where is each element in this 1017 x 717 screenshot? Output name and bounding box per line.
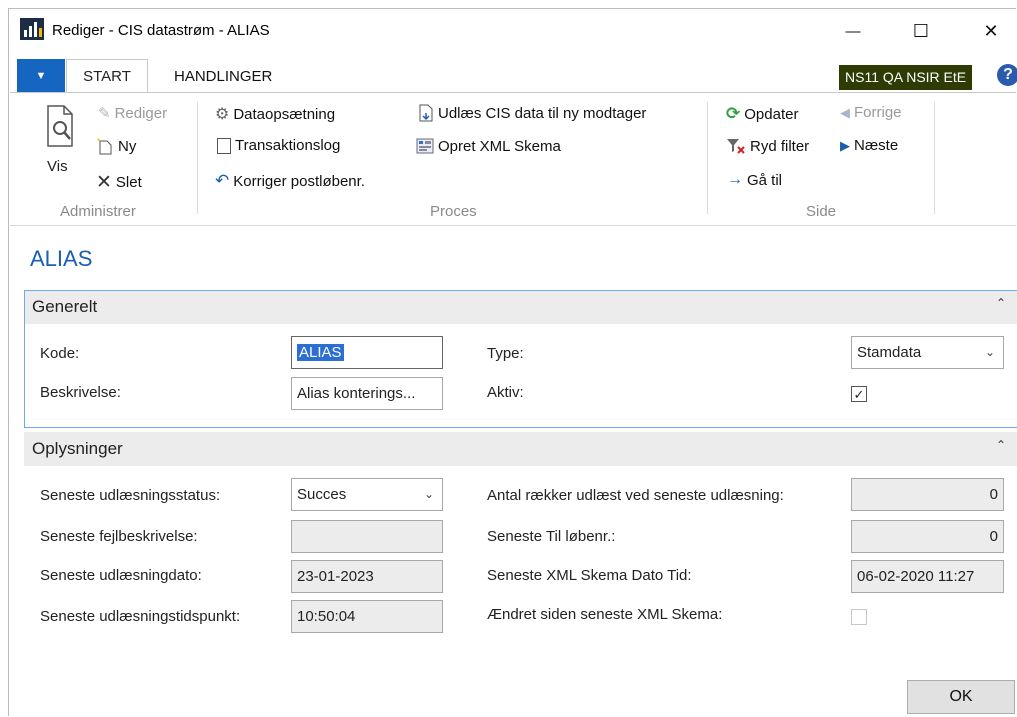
tab-handlinger[interactable]: HANDLINGER — [174, 68, 272, 85]
antal-field: 0 — [851, 478, 1004, 511]
pencil-icon: ✎ — [98, 105, 111, 122]
udlaes-button[interactable]: Udlæs CIS data til ny modtager — [418, 104, 646, 122]
clear-filter-icon — [727, 139, 745, 154]
slet-button[interactable]: ✕ Slet — [96, 171, 142, 194]
tid-label: Seneste udlæsningstidspunkt: — [40, 608, 241, 625]
dataopsaetning-button[interactable]: ⚙ Dataopsætning — [215, 104, 335, 124]
undo-arrow-icon: ↶ — [215, 171, 230, 190]
chevron-up-icon[interactable]: ⌃ — [996, 438, 1006, 452]
type-label: Type: — [487, 345, 524, 362]
transaktionslog-button[interactable]: Transaktionslog — [217, 137, 340, 154]
kode-value: ALIAS — [297, 344, 344, 361]
page-title: ALIAS — [30, 246, 93, 271]
type-select[interactable]: Stamdata ⌄ — [851, 336, 1004, 369]
aendret-label: Ændret siden seneste XML Skema: — [487, 606, 723, 623]
dato-field: 23-01-2023 — [291, 560, 443, 593]
refresh-icon: ⟳ — [726, 104, 741, 123]
application-menu-button[interactable]: ▼ — [17, 59, 65, 93]
status-label: Seneste udlæsningsstatus: — [40, 487, 221, 504]
opdater-button[interactable]: ⟳ Opdater — [726, 104, 798, 124]
korriger-button[interactable]: ↶ Korriger postløbenr. — [215, 171, 365, 191]
oplysninger-header[interactable]: Oplysninger ⌃ — [24, 432, 1017, 466]
vis-label: Vis — [47, 158, 68, 175]
dato-label: Seneste udlæsningdato: — [40, 567, 202, 584]
maximize-button[interactable]: ☐ — [898, 14, 944, 48]
tab-start[interactable]: START — [66, 59, 148, 93]
forrige-button[interactable]: ◀ Forrige — [840, 104, 902, 121]
ny-button[interactable]: Ny — [96, 137, 136, 155]
delete-icon: ✕ — [96, 172, 112, 193]
beskrivelse-label: Beskrivelse: — [40, 384, 121, 401]
arrow-right-icon: → — [727, 171, 743, 188]
close-button[interactable]: ✕ — [968, 14, 1014, 48]
generelt-header-border — [24, 290, 1017, 324]
xml-dato-label: Seneste XML Skema Dato Tid: — [487, 567, 692, 584]
triangle-right-icon: ▶ — [840, 137, 850, 153]
window-title: Rediger - CIS datastrøm - ALIAS — [52, 22, 270, 39]
til-field: 0 — [851, 520, 1004, 553]
aktiv-checkbox[interactable]: ✓ — [851, 386, 867, 402]
group-label-proces: Proces — [430, 203, 477, 220]
status-select[interactable]: Succes ⌄ — [291, 478, 443, 511]
environment-badge: NS11 QA NSIR EtE — [839, 65, 973, 90]
export-document-icon — [419, 104, 433, 122]
fejl-label: Seneste fejlbeskrivelse: — [40, 528, 198, 545]
view-icon — [47, 105, 73, 147]
antal-label: Antal rækker udlæst ved seneste udlæsnin… — [487, 487, 784, 504]
kode-input[interactable]: ALIAS — [291, 336, 443, 369]
opret-xml-button[interactable]: Opret XML Skema — [416, 137, 561, 155]
aendret-checkbox — [851, 609, 867, 625]
xml-dato-field: 06-02-2020 11:27 — [851, 560, 1004, 593]
triangle-left-icon: ◀ — [840, 104, 850, 120]
checkmark-icon: ✓ — [853, 386, 865, 402]
group-separator — [934, 102, 935, 214]
group-separator — [197, 102, 198, 214]
beskrivelse-input[interactable]: Alias konterings... — [291, 377, 443, 410]
group-label-side: Side — [806, 203, 837, 220]
ok-button[interactable]: OK — [907, 680, 1015, 714]
log-icon — [217, 137, 231, 154]
vis-button[interactable]: Vis — [38, 104, 82, 184]
tid-field: 10:50:04 — [291, 600, 443, 633]
aktiv-label: Aktiv: — [487, 384, 524, 401]
rediger-button[interactable]: ✎ Rediger — [98, 104, 167, 123]
gaa-til-button[interactable]: → Gå til — [727, 171, 782, 189]
chevron-down-icon: ⌄ — [984, 345, 995, 359]
fejl-field — [291, 520, 443, 553]
til-label: Seneste Til løbenr.: — [487, 528, 616, 545]
ryd-filter-button[interactable]: Ryd filter — [726, 137, 809, 155]
new-document-icon — [97, 138, 112, 155]
xml-schema-icon — [416, 138, 434, 154]
kode-label: Kode: — [40, 345, 80, 362]
oplysninger-title: Oplysninger — [32, 439, 123, 458]
help-icon[interactable]: ? — [997, 64, 1017, 86]
chevron-down-icon: ⌄ — [423, 487, 434, 501]
gears-icon: ⚙ — [215, 106, 230, 123]
group-separator — [707, 102, 708, 214]
naeste-button[interactable]: ▶ Næste — [840, 137, 898, 154]
minimize-button[interactable]: — — [830, 14, 876, 48]
group-label-administrer: Administrer — [60, 203, 136, 220]
app-icon — [20, 18, 44, 40]
